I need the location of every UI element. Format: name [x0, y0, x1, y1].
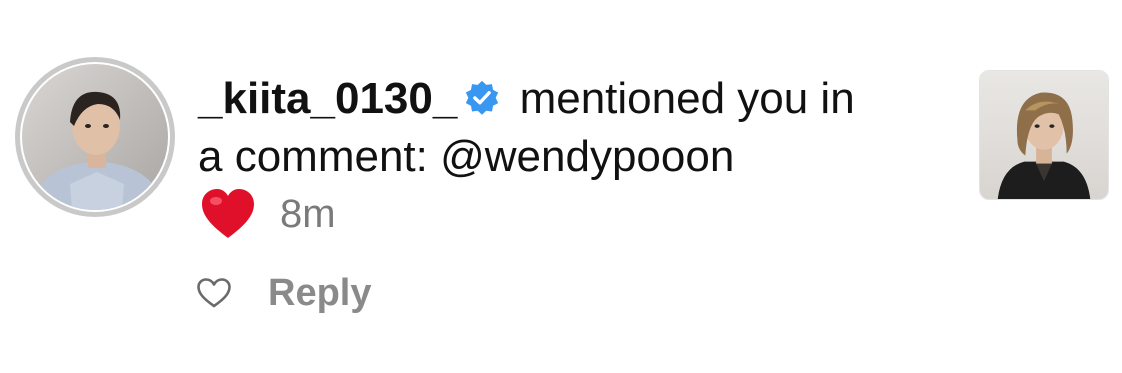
reply-button[interactable]: Reply	[268, 272, 371, 315]
notification-text: _kiita_0130_ mentioned you in a comment: …	[198, 70, 938, 186]
heart-outline-icon[interactable]	[196, 277, 232, 309]
verified-badge-icon	[466, 80, 499, 115]
meta-line: 8m	[200, 184, 336, 244]
avatar-photo	[22, 64, 168, 210]
post-thumbnail-photo	[980, 71, 1108, 199]
avatar[interactable]	[22, 64, 168, 210]
post-thumbnail[interactable]	[979, 70, 1109, 200]
timestamp: 8m	[280, 191, 336, 236]
red-heart-emoji	[202, 189, 254, 238]
mention-notification[interactable]: _kiita_0130_ mentioned you in a comment: …	[0, 0, 1122, 373]
message-line-2: a comment: @wendypooon	[198, 132, 735, 181]
username-link[interactable]: _kiita_0130_	[198, 74, 457, 123]
message-line-1: mentioned you in	[507, 74, 855, 123]
action-row: Reply	[196, 270, 371, 316]
